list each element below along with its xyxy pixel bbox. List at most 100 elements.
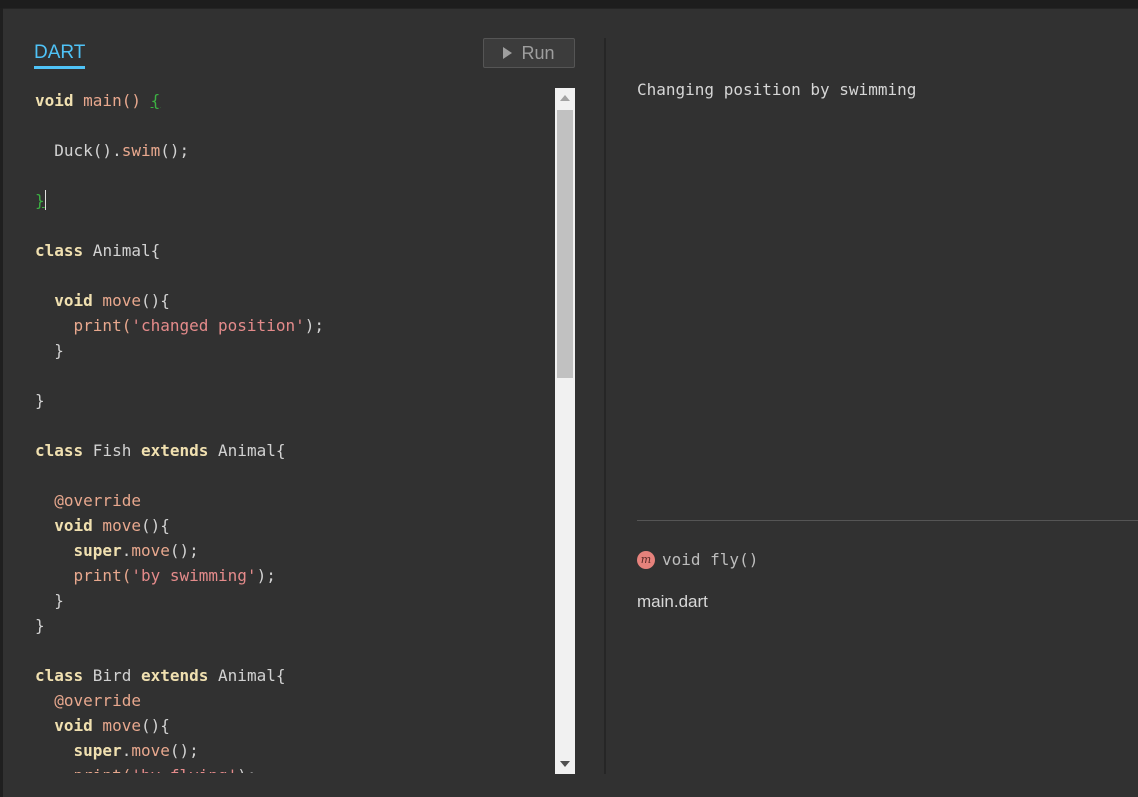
code-token: print( [35, 316, 132, 335]
code-token: move [92, 716, 141, 735]
code-token: main() [73, 91, 151, 110]
code-line: } [35, 588, 553, 613]
code-token: . [121, 541, 132, 560]
code-line: super.move(); [35, 738, 553, 763]
doc-library: main.dart [637, 592, 708, 611]
code-content: void main() { Duck().swim();} class Anima… [35, 88, 553, 773]
code-line: class Fish extends Animal{ [35, 438, 553, 463]
code-line: @override [35, 488, 553, 513]
code-token: 'changed position' [131, 316, 305, 335]
code-line: } [35, 188, 553, 213]
editor-scrollbar[interactable] [555, 88, 575, 774]
code-token: print( [35, 766, 132, 773]
code-token: } [35, 591, 64, 610]
code-token: ); [256, 566, 276, 585]
code-token: Fish [83, 441, 141, 460]
code-token: (); [160, 141, 190, 160]
code-token: ); [304, 316, 324, 335]
code-token: } [35, 391, 45, 410]
code-line: class Bird extends Animal{ [35, 663, 553, 688]
code-token: (); [169, 541, 199, 560]
code-line: print('changed position'); [35, 313, 553, 338]
text-cursor [44, 190, 46, 210]
code-token: extends [140, 441, 209, 460]
code-token: super [73, 541, 122, 560]
code-token: void [35, 91, 74, 110]
panel-divider[interactable] [604, 38, 606, 774]
code-token: void [54, 516, 93, 535]
code-editor[interactable]: void main() { Duck().swim();} class Anima… [35, 88, 553, 773]
scroll-up-icon[interactable] [560, 95, 570, 101]
code-token: @override [35, 691, 141, 710]
code-token: { [150, 91, 161, 110]
scroll-down-icon[interactable] [560, 761, 570, 767]
left-edge [0, 8, 3, 797]
code-token: } [35, 616, 45, 635]
code-token: 'by swimming' [131, 566, 257, 585]
code-token: @override [35, 491, 141, 510]
code-line: Duck().swim(); [35, 138, 553, 163]
code-line: super.move(); [35, 538, 553, 563]
code-token: . [112, 141, 122, 160]
code-line: void main() { [35, 88, 553, 113]
code-token: class [35, 666, 84, 685]
console-output: Changing position by swimming [637, 80, 917, 99]
code-line: print('by swimming'); [35, 563, 553, 588]
run-button-label: Run [521, 42, 555, 63]
code-token: void [54, 291, 93, 310]
code-token: (); [169, 741, 199, 760]
code-token: Animal{ [208, 441, 286, 460]
code-line: } [35, 388, 553, 413]
top-bar [0, 0, 1138, 9]
method-icon: m [637, 550, 655, 569]
code-line: } [35, 338, 553, 363]
code-token: Animal{ [208, 666, 286, 685]
code-token: class [35, 441, 84, 460]
code-token: move [131, 741, 170, 760]
code-token: move [131, 541, 170, 560]
code-token: move [92, 516, 141, 535]
doc-signature: m void fly() [637, 550, 758, 569]
code-token: extends [140, 666, 209, 685]
code-line: void move(){ [35, 713, 553, 738]
code-token: } [35, 191, 45, 210]
play-icon [503, 47, 513, 59]
code-token: print( [35, 566, 132, 585]
code-line: } [35, 613, 553, 638]
tab-dart[interactable]: DART [34, 42, 86, 69]
code-token: (){ [140, 716, 170, 735]
code-token: } [35, 341, 64, 360]
code-token: 'by flying' [131, 766, 237, 773]
code-token: void [54, 716, 93, 735]
code-line: print('by flying'); [35, 763, 553, 773]
code-token: ); [237, 766, 256, 773]
code-token: move [92, 291, 141, 310]
code-line: @override [35, 688, 553, 713]
code-token: super [73, 741, 122, 760]
code-line: void move(){ [35, 513, 553, 538]
code-token: (){ [140, 516, 170, 535]
scrollbar-thumb[interactable] [557, 110, 573, 378]
code-token: swim [121, 141, 161, 160]
code-token: (){ [140, 291, 170, 310]
code-line: class Animal{ [35, 238, 553, 263]
code-token: Duck() [35, 141, 113, 160]
code-token: . [121, 741, 132, 760]
doc-signature-text: void fly() [662, 550, 759, 569]
code-line: void move(){ [35, 288, 553, 313]
code-token: class [35, 241, 84, 260]
docs-separator [637, 520, 1138, 521]
run-button[interactable]: Run [483, 38, 575, 68]
